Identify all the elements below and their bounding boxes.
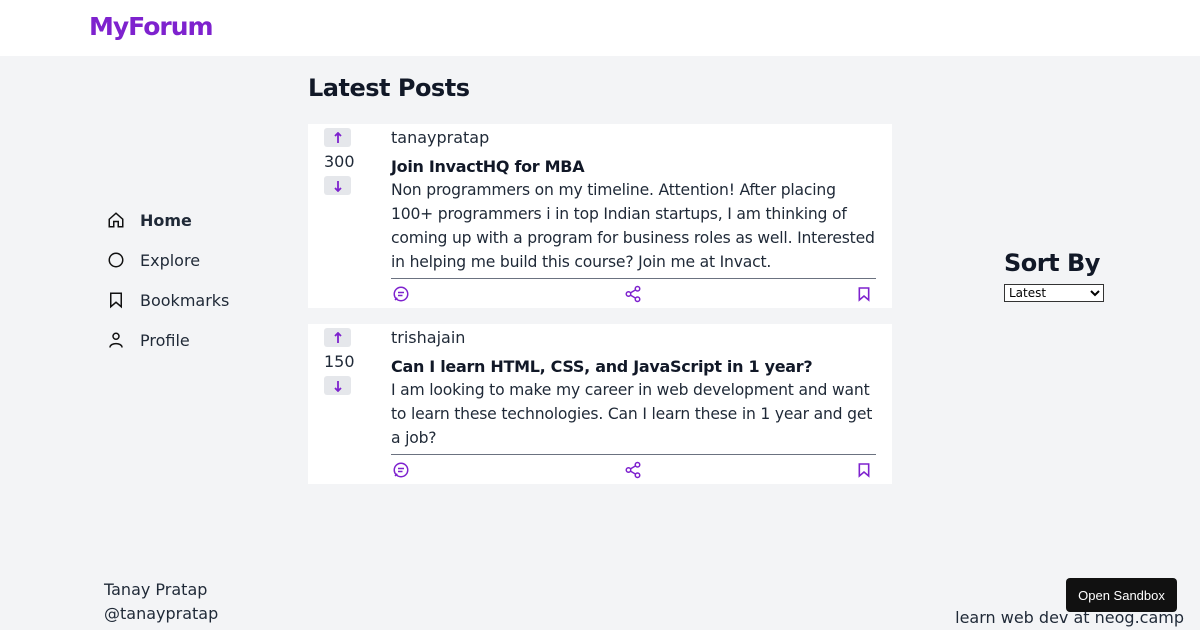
comment-icon (393, 286, 409, 301)
comment-button[interactable] (391, 460, 411, 480)
home-icon (104, 208, 128, 232)
arrow-up-icon (333, 331, 342, 343)
explore-icon (104, 248, 128, 272)
post-username[interactable]: trishajain (391, 324, 876, 352)
vote-count: 150 (324, 352, 355, 371)
upvote-button[interactable] (324, 328, 351, 347)
share-button[interactable] (623, 284, 643, 304)
vote-widget: 300 (324, 128, 355, 195)
sort-title: Sort By (1004, 249, 1100, 277)
sort-panel: Sort By Latest (1004, 244, 1104, 302)
sidebar-item-explore[interactable]: Explore (104, 240, 284, 280)
post-card: 150 trishajain Can I learn HTML, CSS, an… (308, 324, 892, 484)
post-title[interactable]: Can I learn HTML, CSS, and JavaScript in… (391, 352, 876, 378)
sort-select[interactable]: Latest (1004, 284, 1104, 302)
sidebar-item-label: Profile (140, 330, 190, 350)
vote-count: 300 (324, 152, 355, 171)
author-handle[interactable]: @tanaypratap (104, 602, 218, 626)
vote-widget: 150 (324, 328, 355, 395)
arrow-down-icon (333, 380, 342, 392)
share-button[interactable] (623, 460, 643, 480)
bookmark-icon (104, 288, 128, 312)
comment-icon (393, 462, 409, 477)
author-name: Tanay Pratap (104, 580, 208, 599)
downvote-button[interactable] (324, 376, 351, 395)
downvote-button[interactable] (324, 176, 351, 195)
post-actions (391, 454, 876, 484)
page-title: Latest Posts (308, 74, 470, 102)
bookmark-icon (858, 462, 870, 478)
post-card: 300 tanaypratap Join InvactHQ for MBA No… (308, 124, 892, 308)
bookmark-button[interactable] (854, 284, 874, 304)
open-sandbox-button[interactable]: Open Sandbox (1066, 578, 1177, 612)
sidebar-item-profile[interactable]: Profile (104, 320, 284, 360)
comment-button[interactable] (391, 284, 411, 304)
sidebar-item-home[interactable]: Home (104, 200, 284, 240)
upvote-button[interactable] (324, 128, 351, 147)
share-icon (625, 285, 640, 302)
sidebar-item-bookmarks[interactable]: Bookmarks (104, 280, 284, 320)
post-body: Non programmers on my timeline. Attentio… (391, 181, 875, 271)
arrow-down-icon (333, 180, 342, 192)
app-logo[interactable]: MyForum (89, 12, 214, 41)
share-icon (625, 461, 640, 478)
top-header: MyForum (0, 0, 1200, 56)
post-username[interactable]: tanaypratap (391, 124, 876, 152)
post-body: I am looking to make my career in web de… (391, 381, 873, 447)
bookmark-icon (858, 286, 870, 302)
sidebar-item-label: Bookmarks (140, 290, 230, 310)
user-icon (104, 328, 128, 352)
sidebar-nav: Home Explore Bookmarks Profile (104, 200, 284, 360)
post-actions (391, 278, 876, 308)
arrow-up-icon (333, 131, 342, 143)
main-feed: Latest Posts 300 tanaypratap Join Invact… (308, 74, 892, 484)
post-title[interactable]: Join InvactHQ for MBA (391, 152, 876, 178)
sidebar-item-label: Explore (140, 250, 201, 270)
footer-author: Tanay Pratap @tanaypratap (104, 578, 218, 626)
sidebar-item-label: Home (140, 210, 192, 230)
bookmark-button[interactable] (854, 460, 874, 480)
